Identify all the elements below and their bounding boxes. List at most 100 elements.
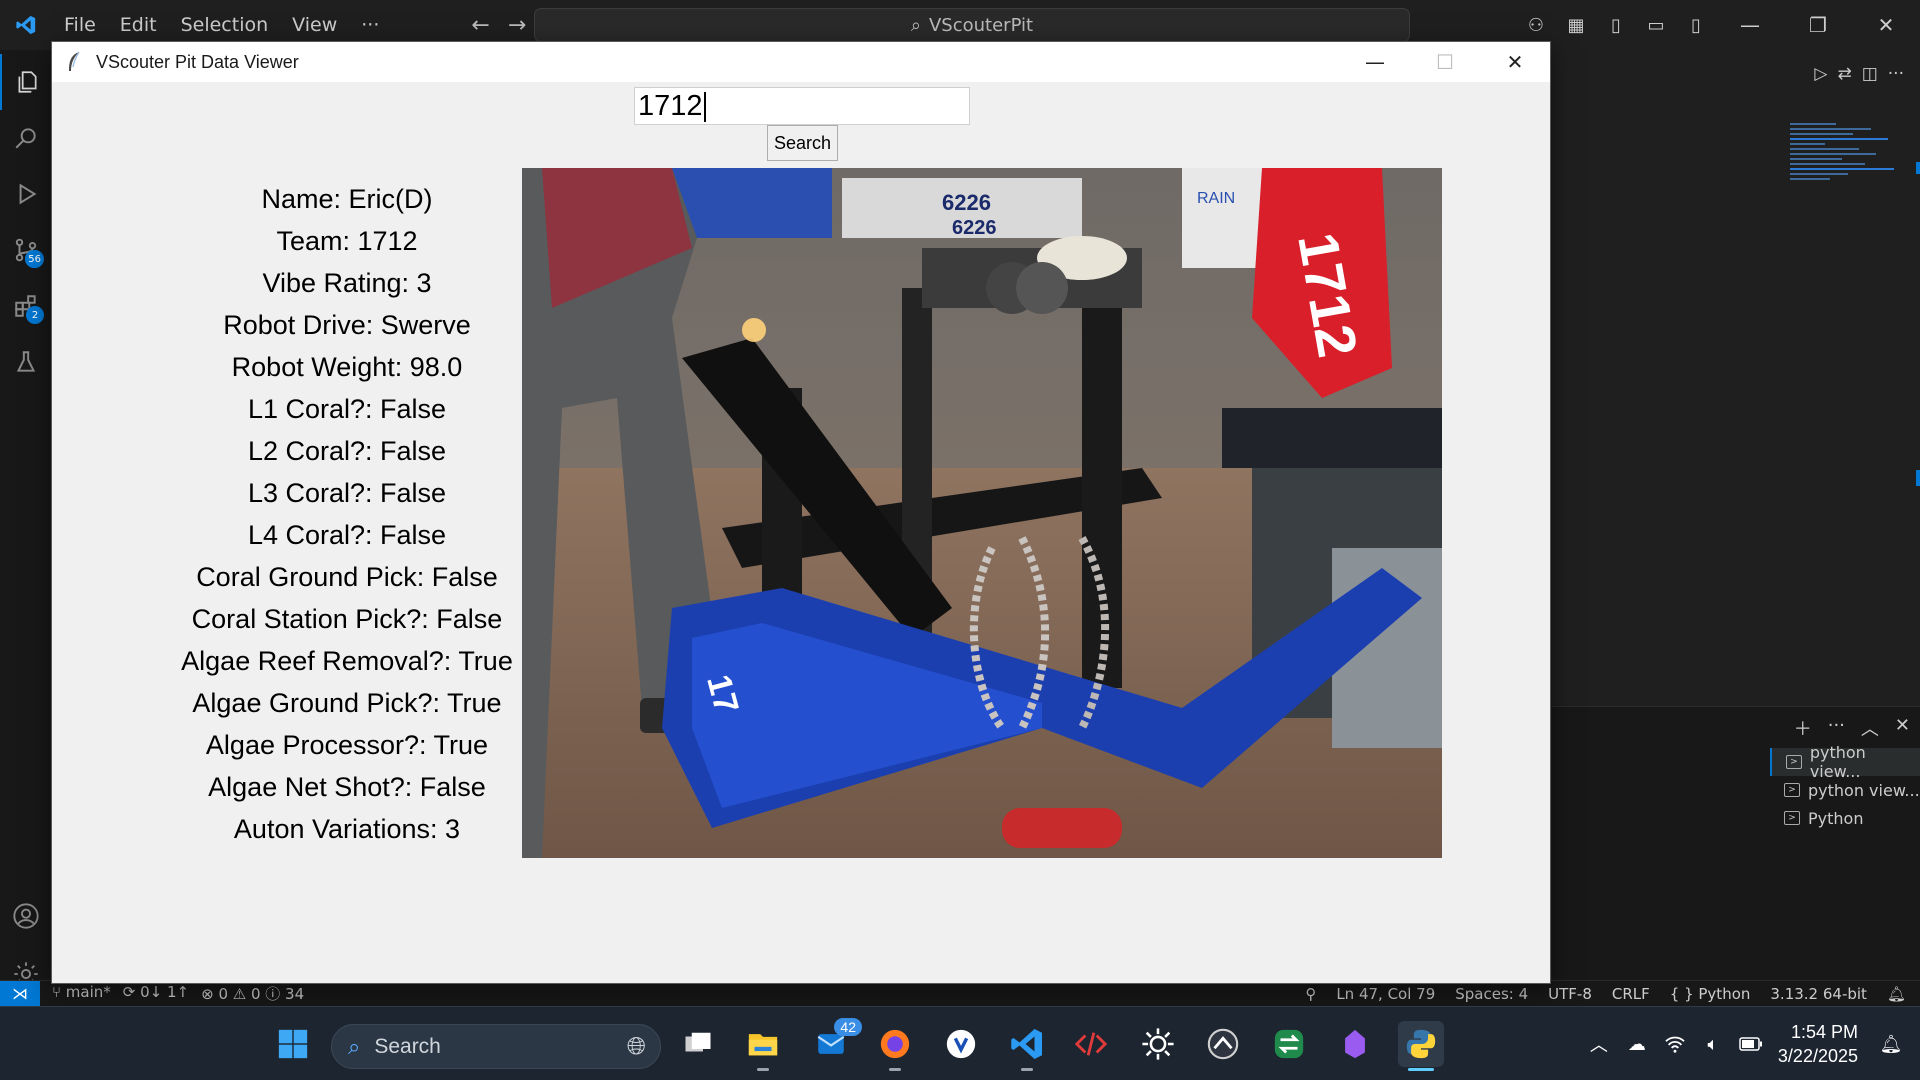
terminal-icon: > (1784, 783, 1800, 797)
field-l3-coral: L3 Coral?: False (247, 478, 447, 508)
toggle-sidebar-icon[interactable]: ▯ (1596, 15, 1636, 36)
app-minimize-icon[interactable]: — (1340, 42, 1410, 82)
firefox-icon[interactable] (872, 1021, 918, 1071)
field-auton-variations: Auton Variations: 3 (233, 814, 461, 844)
source-control-icon[interactable]: 56 (0, 222, 52, 278)
volume-icon[interactable]: 🔈︎ (1694, 1034, 1732, 1055)
testing-flask-icon[interactable] (0, 334, 52, 390)
search-button[interactable]: Search (767, 125, 838, 161)
outlook-mail-icon[interactable]: 42 (808, 1018, 862, 1067)
menu-bar: File Edit Selection View ··· (52, 14, 391, 36)
close-panel-icon[interactable]: ✕ (1895, 715, 1910, 741)
zoom-icon[interactable]: ⚲ (1305, 985, 1316, 1003)
notification-center-icon[interactable]: 🔔︎ (1872, 1034, 1910, 1055)
problems-indicator[interactable]: ⊗ 0 ⚠ 0 ⓘ 34 (201, 983, 304, 1004)
wifi-icon[interactable] (1656, 1035, 1694, 1053)
robot-photo: 6226 6226 RAIN 1712 17 (522, 168, 1442, 858)
app-titlebar: VScouter Pit Data Viewer — ☐ ✕ (52, 42, 1550, 82)
start-windows-icon[interactable] (270, 1021, 316, 1067)
battery-icon[interactable] (1732, 1037, 1770, 1051)
editor-more-icon[interactable]: ··· (1888, 64, 1904, 84)
scrollbar-marker (1916, 162, 1920, 174)
cursor-position[interactable]: Ln 47, Col 79 (1336, 985, 1435, 1003)
search-highlight-globe-icon: 🌐︎ (626, 1032, 646, 1060)
layout-customize-icon[interactable]: ▦ (1556, 15, 1596, 36)
field-algae-processor: Algae Processor?: True (205, 730, 489, 760)
task-view-icon[interactable] (675, 1021, 721, 1067)
field-name: Name: Eric(D) (261, 184, 433, 214)
back-arrow-icon[interactable]: ← (471, 13, 489, 38)
forward-arrow-icon[interactable]: → (508, 13, 526, 38)
maximize-panel-icon[interactable]: ︿ (1861, 715, 1879, 741)
app-maximize-icon: ☐ (1436, 50, 1454, 74)
menu-file[interactable]: File (52, 14, 108, 36)
search-view-icon[interactable] (0, 110, 52, 166)
remote-indicator-icon[interactable]: ⋊ (0, 980, 40, 1007)
new-terminal-icon[interactable]: ＋ (1794, 715, 1812, 741)
python-tk-taskbar-icon[interactable] (1398, 1021, 1444, 1071)
toggle-secondary-sidebar-icon[interactable]: ▯ (1676, 15, 1716, 36)
command-center[interactable]: ⌕ VScouterPit (534, 8, 1410, 42)
vscode-minimize-icon[interactable]: — (1716, 0, 1784, 50)
accounts-icon[interactable] (0, 888, 52, 944)
run-file-icon[interactable]: ▷ (1814, 64, 1827, 84)
code-tag-icon[interactable] (1068, 1021, 1114, 1067)
indentation[interactable]: Spaces: 4 (1455, 985, 1528, 1003)
copilot-icon[interactable]: ⚇ (1516, 15, 1556, 36)
terminal-tab[interactable]: > python view... (1770, 743, 1920, 781)
taskbar-search[interactable]: ⌕ Search 🌐︎ (331, 1024, 661, 1069)
panel-more-icon[interactable]: ··· (1828, 715, 1845, 741)
minimap[interactable] (1790, 120, 1905, 230)
line-ending[interactable]: CRLF (1612, 985, 1650, 1003)
menu-edit[interactable]: Edit (108, 14, 169, 36)
split-editor-icon[interactable]: ◫ (1862, 64, 1878, 84)
field-coral-ground-pick: Coral Ground Pick: False (196, 562, 498, 592)
terminal-tab[interactable]: > python view... (1770, 776, 1920, 804)
app-gauge-icon[interactable] (1200, 1021, 1246, 1067)
tk-feather-icon (52, 51, 96, 73)
field-coral-station-pick: Coral Station Pick?: False (191, 604, 503, 634)
open-changes-icon[interactable]: ⇄ (1837, 64, 1851, 84)
extensions-icon[interactable]: 2 (0, 278, 52, 334)
notifications-bell-icon[interactable]: 🔔︎ (1887, 985, 1906, 1003)
toggle-panel-icon[interactable]: ▭ (1636, 15, 1676, 36)
file-explorer-icon[interactable] (740, 1021, 786, 1071)
source-control-badge: 56 (25, 250, 44, 268)
encoding[interactable]: UTF-8 (1548, 985, 1592, 1003)
python-interpreter[interactable]: 3.13.2 64-bit (1770, 985, 1867, 1003)
purple-app-icon[interactable] (1332, 1021, 1378, 1067)
activity-bar: 56 2 (0, 50, 52, 986)
mail-badge: 42 (834, 1018, 862, 1036)
onedrive-cloud-icon[interactable]: ☁ (1618, 1034, 1656, 1055)
photo-banner-text: 6226 (952, 217, 997, 239)
field-l4-coral: L4 Coral?: False (247, 520, 447, 550)
run-debug-icon[interactable] (0, 166, 52, 222)
taskbar-clock[interactable]: 1:54 PM 3/22/2025 (1778, 1020, 1858, 1068)
explorer-icon[interactable] (0, 54, 52, 110)
menu-more[interactable]: ··· (349, 14, 391, 36)
sync-arrows-icon[interactable] (1266, 1021, 1312, 1067)
command-center-label: VScouterPit (928, 14, 1034, 36)
scrollbar-marker (1916, 470, 1920, 486)
brightness-sun-icon[interactable] (1135, 1021, 1181, 1067)
vscode-taskbar-icon[interactable] (1004, 1021, 1050, 1071)
terminal-tab[interactable]: > Python (1770, 804, 1920, 832)
branch-indicator[interactable]: ⑂ main* (52, 983, 111, 1004)
pit-data-list: Name: Eric(D) Team: 1712 Vibe Rating: 3 … (132, 178, 562, 850)
menu-view[interactable]: View (280, 14, 349, 36)
photo-banner-text: RAIN (1197, 190, 1235, 207)
clock-time: 1:54 PM (1790, 1022, 1858, 1042)
vscode-restore-icon[interactable]: ❐ (1784, 0, 1852, 50)
sync-indicator[interactable]: ⟳ 0↓ 1↑ (123, 983, 189, 1004)
extensions-badge: 2 (26, 306, 44, 324)
terminal-list: > python view... > python view... > Python (1770, 743, 1920, 832)
menu-selection[interactable]: Selection (169, 14, 281, 36)
search-icon: ⌕ (910, 14, 921, 36)
app-circle-icon[interactable] (938, 1021, 984, 1067)
team-search-input[interactable]: 1712 (634, 87, 970, 125)
show-hidden-icons-chevron-icon[interactable]: ︿ (1580, 1031, 1618, 1057)
app-close-icon[interactable]: ✕ (1480, 42, 1550, 82)
vscode-close-icon[interactable]: ✕ (1852, 0, 1920, 50)
language-mode[interactable]: { } Python (1670, 985, 1751, 1003)
field-vibe-rating: Vibe Rating: 3 (262, 268, 432, 298)
